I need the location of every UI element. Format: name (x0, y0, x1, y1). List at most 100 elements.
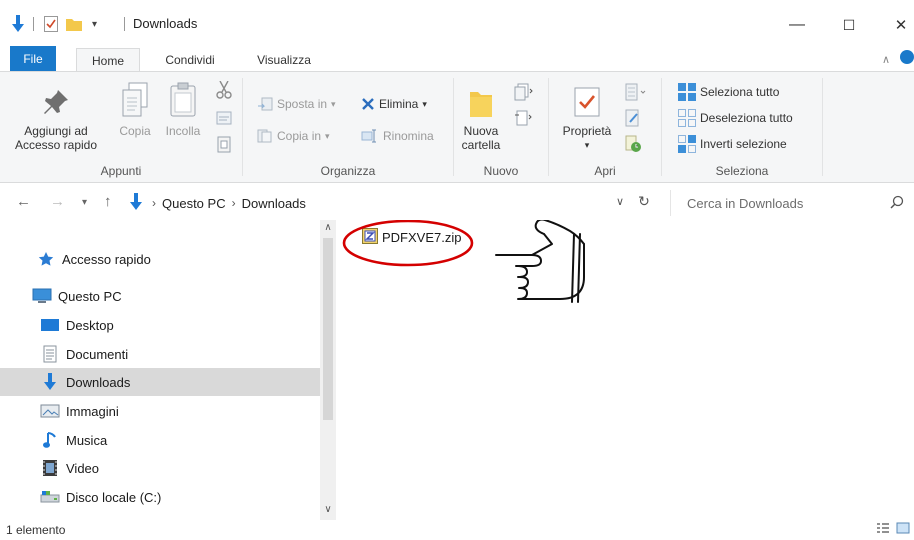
pictures-icon (40, 402, 60, 420)
group-select-label: Seleziona (715, 164, 769, 178)
nav-desktop[interactable]: Desktop (0, 311, 320, 339)
back-arrow-icon[interactable]: ← (16, 193, 31, 210)
history-icon[interactable] (625, 134, 641, 154)
group-new: Nuova cartella Nuovo (454, 72, 548, 182)
item-count: 1 elemento (6, 523, 66, 537)
ribbon-tabs: File Home Condividi Visualizza ∧ (0, 46, 914, 73)
nav-downloads[interactable]: Downloads (0, 368, 320, 396)
new-folder-button[interactable]: Nuova cartella (458, 86, 504, 152)
pointing-hand-icon (495, 220, 585, 303)
forward-arrow-icon[interactable]: → (50, 193, 65, 210)
address-dropdown-icon[interactable]: ∨ (616, 195, 624, 208)
minimize-button[interactable]: — (774, 10, 820, 40)
select-none-button[interactable]: Deseleziona tutto (678, 108, 793, 128)
tab-home[interactable]: Home (76, 48, 140, 73)
new-item-icon[interactable] (514, 82, 534, 102)
recent-locations-icon[interactable]: ▾ (82, 197, 87, 208)
select-none-icon (678, 109, 696, 127)
address-bar[interactable]: › Questo PC › Downloads (128, 190, 668, 216)
paste-shortcut-icon[interactable] (216, 134, 232, 154)
scroll-up-icon[interactable]: ∧ (320, 222, 336, 233)
customize-quick-access-icon[interactable]: ▾ (92, 14, 97, 34)
properties-button[interactable]: Proprietà ▾ (559, 86, 615, 152)
copy-icon (119, 82, 151, 118)
easy-access-icon[interactable] (514, 108, 534, 128)
properties-icon (572, 86, 602, 118)
copy-to-button[interactable]: Copia in ▾ (257, 126, 330, 146)
scroll-down-icon[interactable]: ∨ (320, 504, 336, 515)
group-clipboard: Aggiungi ad Accesso rapido Copia Incolla… (0, 72, 242, 182)
clipboard-icon (167, 82, 199, 118)
group-open: Proprietà ▾ Apri (549, 72, 661, 182)
annotation-overlay (342, 220, 585, 303)
status-bar: 1 elemento (0, 520, 914, 540)
nav-local-disk[interactable]: Disco locale (C:) (0, 483, 320, 511)
new-folder-quick-icon[interactable] (66, 14, 82, 34)
nav-quick-access[interactable]: Accesso rapido (0, 245, 320, 273)
document-icon (40, 345, 60, 363)
new-folder-icon (466, 86, 496, 118)
delete-button[interactable]: Elimina ▾ (361, 94, 427, 114)
nav-scrollbar[interactable]: ∧ ∨ (320, 220, 336, 520)
drive-icon (40, 488, 60, 506)
details-view-icon[interactable] (876, 522, 890, 537)
delete-x-icon (362, 98, 374, 110)
select-all-button[interactable]: Seleziona tutto (678, 82, 779, 102)
move-to-button[interactable]: Sposta in ▾ (257, 94, 336, 114)
group-clipboard-label: Appunti (100, 164, 142, 178)
invert-selection-icon (678, 135, 696, 153)
chevron-up-icon[interactable]: ∧ (882, 53, 890, 66)
breadcrumb-downloads[interactable]: Downloads (242, 196, 306, 211)
refresh-icon[interactable]: ↻ (638, 193, 650, 210)
video-icon (40, 459, 60, 477)
nav-video[interactable]: Video (0, 454, 320, 482)
invert-selection-button[interactable]: Inverti selezione (678, 134, 787, 154)
maximize-button[interactable]: ☐ (826, 10, 872, 40)
downloads-icon (40, 373, 60, 391)
tab-share[interactable]: Condividi (150, 48, 230, 72)
properties-quick-icon[interactable] (44, 14, 58, 34)
music-note-icon (40, 431, 60, 449)
highlight-circle (342, 220, 474, 267)
group-select: Seleziona tutto Deseleziona tutto Invert… (662, 72, 822, 182)
close-button[interactable]: ✕ (878, 10, 914, 40)
ribbon: Aggiungi ad Accesso rapido Copia Incolla… (0, 71, 914, 183)
file-list: PDFXVE7.zip (338, 220, 914, 520)
search-icon[interactable] (890, 195, 904, 212)
nav-music[interactable]: Musica (0, 426, 320, 454)
pin-icon (40, 86, 72, 118)
select-all-icon (678, 83, 696, 101)
rename-button[interactable]: Rinomina (361, 126, 434, 146)
group-organize: Sposta in ▾ Elimina ▾ Copia in ▾ Rinomin… (243, 72, 453, 182)
tab-file[interactable]: File (10, 46, 56, 72)
copy-to-icon (257, 129, 272, 143)
search-placeholder: Cerca in Downloads (687, 195, 804, 211)
computer-icon (32, 287, 52, 305)
properties-dropdown-icon[interactable]: ▾ (559, 138, 615, 152)
edit-icon[interactable] (625, 108, 641, 128)
up-arrow-icon[interactable]: ↑ (104, 193, 112, 210)
large-icons-view-icon[interactable] (896, 522, 910, 537)
move-icon (258, 97, 273, 111)
navigation-pane: Accesso rapido Questo PC Desktop Documen… (0, 220, 336, 520)
star-icon (36, 250, 56, 268)
window-title: Downloads (133, 16, 198, 31)
paste-button[interactable]: Incolla (160, 82, 206, 138)
pin-quick-access-button[interactable]: Aggiungi ad Accesso rapido (4, 86, 108, 152)
breadcrumb-this-pc[interactable]: Questo PC (162, 196, 226, 211)
copy-path-icon[interactable] (216, 108, 232, 128)
scrollbar-thumb[interactable] (323, 238, 333, 420)
nav-this-pc[interactable]: Questo PC (0, 282, 320, 310)
open-icon[interactable] (625, 82, 647, 102)
copy-button[interactable]: Copia (112, 82, 158, 138)
tab-view[interactable]: Visualizza (244, 48, 324, 72)
group-organize-label: Organizza (320, 164, 376, 178)
title-bar: ▾ Downloads — ☐ ✕ (0, 0, 914, 46)
search-box[interactable]: Cerca in Downloads (670, 190, 914, 216)
desktop-icon (40, 316, 60, 334)
download-arrow-icon[interactable] (10, 14, 26, 34)
help-icon[interactable] (900, 50, 914, 67)
nav-pictures[interactable]: Immagini (0, 397, 320, 425)
nav-documents[interactable]: Documenti (0, 340, 320, 368)
cut-icon[interactable] (216, 80, 232, 100)
